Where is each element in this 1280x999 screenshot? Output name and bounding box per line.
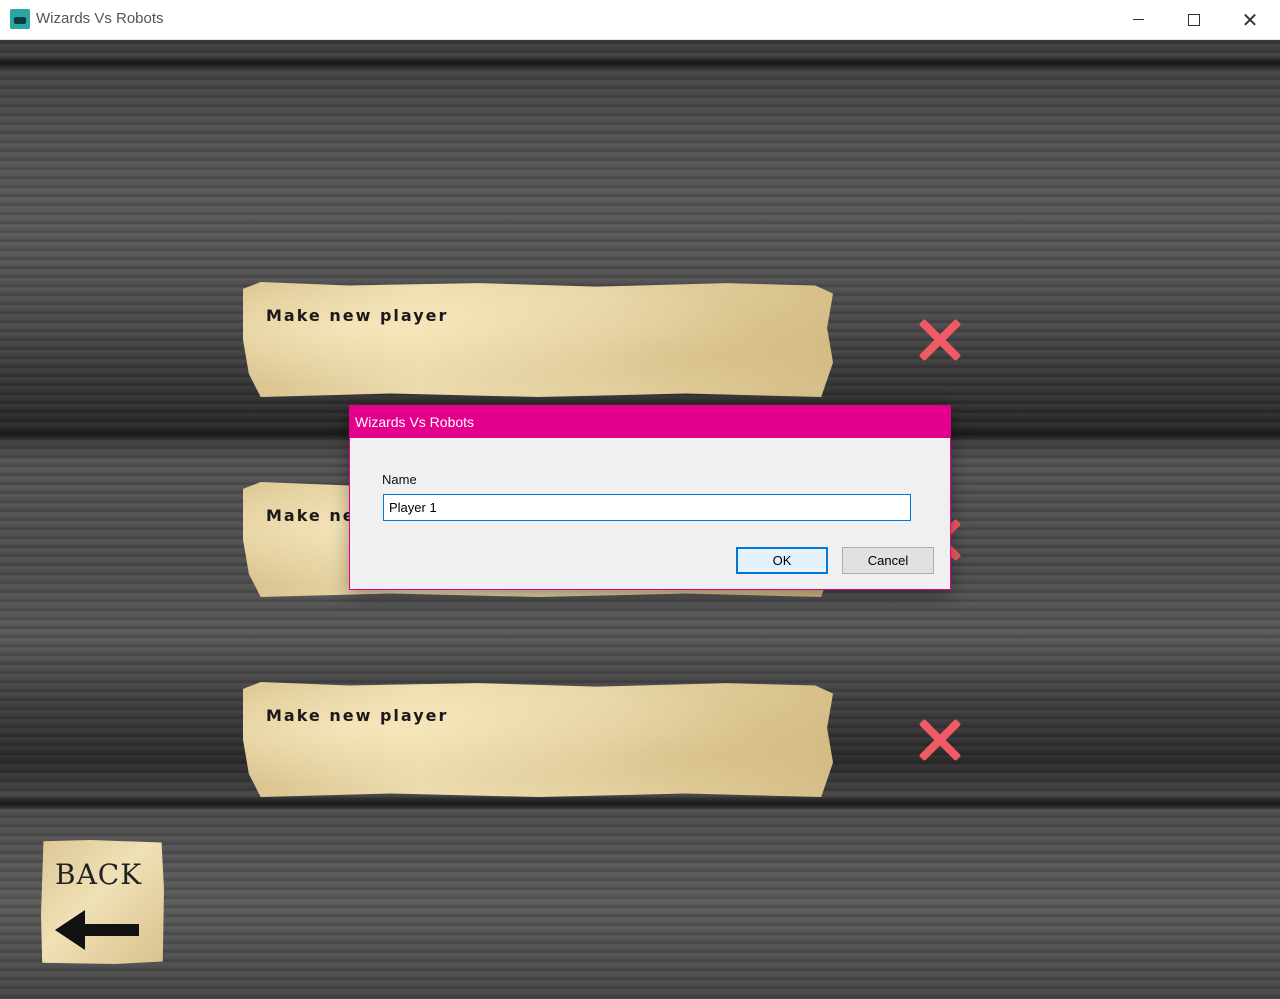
dialog-title: Wizards Vs Robots <box>355 414 475 430</box>
name-input[interactable] <box>383 494 911 521</box>
name-field-label: Name <box>382 472 417 487</box>
player-slot-1[interactable]: Make new player <box>243 282 833 397</box>
player-slot-3[interactable]: Make new player <box>243 682 833 797</box>
delete-slot-1-red-x-icon[interactable] <box>918 318 962 362</box>
minimize-button[interactable] <box>1110 0 1166 39</box>
back-label: BACK <box>55 858 143 891</box>
window-title: Wizards Vs Robots <box>36 10 164 27</box>
maximize-icon <box>1188 13 1200 26</box>
player-slot-label: Make new player <box>266 306 449 325</box>
app-icon <box>10 9 30 29</box>
cancel-button[interactable]: Cancel <box>842 547 934 574</box>
delete-slot-3-red-x-icon[interactable] <box>918 718 962 762</box>
ok-button[interactable]: OK <box>736 547 828 574</box>
close-button[interactable]: ✕ <box>1222 0 1278 39</box>
window-titlebar: Wizards Vs Robots ✕ <box>0 0 1280 40</box>
name-dialog: Wizards Vs Robots Name OK Cancel <box>349 405 951 590</box>
player-slot-label: Make new player <box>266 706 449 725</box>
plank-gap <box>0 56 1280 70</box>
maximize-button[interactable] <box>1166 0 1222 39</box>
minimize-icon <box>1132 19 1144 20</box>
close-icon: ✕ <box>1241 7 1259 32</box>
dialog-titlebar: Wizards Vs Robots <box>350 406 950 438</box>
left-arrow-icon <box>55 910 139 950</box>
back-button[interactable]: BACK <box>41 840 164 964</box>
plank-gap <box>0 796 1280 810</box>
